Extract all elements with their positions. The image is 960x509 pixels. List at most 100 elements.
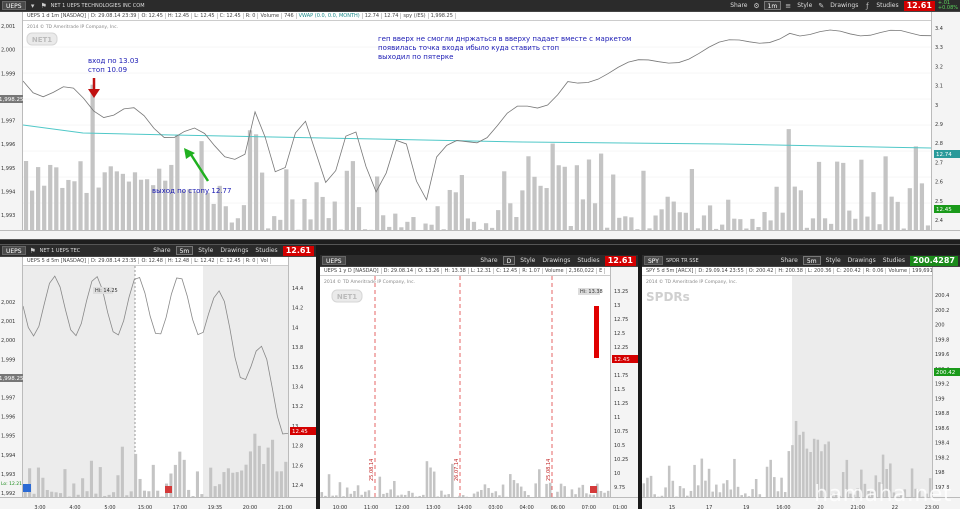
main-volume-bar xyxy=(768,220,773,230)
last-price-tag-label: 12.45 xyxy=(936,207,952,213)
entry-line-2: стоп 10.09 xyxy=(88,66,128,74)
panel1-drawings-button[interactable]: Drawings xyxy=(218,246,250,255)
axis-tick-label: 2.9 xyxy=(935,122,943,128)
panel2-share-button[interactable]: Share xyxy=(478,256,499,265)
infobar-field: SPY 5 d 5m [ARCX] xyxy=(644,268,697,274)
main-volume-bar xyxy=(235,218,241,230)
axis-tick-label: 2.5 xyxy=(935,199,943,205)
main-volume-bar xyxy=(223,206,228,230)
infobar-field: UEPS 5 d 5m [NASDAQ] xyxy=(25,258,90,264)
axis-tick-label: 1,993 xyxy=(1,213,15,219)
panel3-volume-bar xyxy=(664,487,667,497)
panel1-studies-button[interactable]: Studies xyxy=(253,246,279,255)
infobar-field: spy (/ES) xyxy=(401,13,429,19)
panel1-volume-bar xyxy=(45,490,49,497)
panel2-style-button[interactable]: Style xyxy=(518,256,537,265)
panel1-share-button[interactable]: Share xyxy=(151,246,172,255)
main-volume-bar xyxy=(411,217,416,230)
main-volume-bar xyxy=(508,203,513,230)
axis-tick-label: 2,001 xyxy=(1,319,15,325)
chevron-down-icon[interactable]: ▾ xyxy=(29,2,37,10)
drawings-button[interactable]: Drawings xyxy=(828,1,860,10)
last-price-tag-label: 200.42 xyxy=(936,370,955,376)
main-volume-bar xyxy=(895,201,900,230)
panel3-volume-bar xyxy=(794,420,798,497)
main-volume-bar xyxy=(629,217,634,230)
infobar-field: 12.74 xyxy=(363,13,383,19)
summary-annotation: геп вверх не смогли днржаться в вверху п… xyxy=(378,35,631,62)
panel1-plot[interactable]: 2014 © TD Ameritrade IP Company, Inc.NET… xyxy=(23,266,288,497)
summary-line-2: появилась точка входа ибыло куда ставить… xyxy=(378,44,560,52)
studies-button[interactable]: Studies xyxy=(874,1,900,10)
panel3-infobar: SPY 5 d 5m [ARCX] D: 29.09.14 23:55 O: 200… xyxy=(642,267,932,276)
main-volume-bar xyxy=(120,173,125,230)
main-volume-bar xyxy=(732,218,737,230)
panel2-symbol-selector[interactable]: UEPS xyxy=(322,256,346,265)
aggregation-selector[interactable]: 1m xyxy=(763,1,782,10)
panel1-infobar: UEPS 5 d 5m [NASDAQ] D: 29.08.14 23:35 O: … xyxy=(23,257,288,266)
panel2-studies-button[interactable]: Studies xyxy=(575,256,601,265)
link-icon[interactable]: ⚑ xyxy=(40,2,48,10)
panel1-style-button[interactable]: Style xyxy=(196,246,215,255)
infobar-field: Volume xyxy=(258,13,283,19)
panel1-volume-bar xyxy=(63,469,67,497)
last-price: 12.61 xyxy=(903,0,935,11)
panel3-drawings-button[interactable]: Drawings xyxy=(846,256,878,265)
panel3-plot[interactable]: 2014 © TD Ameritrade IP Company, Inc. SPD… xyxy=(642,276,932,497)
main-volume-bar xyxy=(514,217,519,230)
panel2-volume-bar xyxy=(563,486,566,497)
symbol-selector[interactable]: UEPS xyxy=(2,1,26,10)
panel3-symbol-selector[interactable]: SPY xyxy=(644,256,663,265)
panel1-symbol-selector[interactable]: UEPS xyxy=(2,246,26,255)
panel2-volume-bar xyxy=(429,467,432,497)
panel2-aggregation-selector[interactable]: D xyxy=(502,256,516,265)
link-icon[interactable]: ⚑ xyxy=(29,247,37,255)
main-volume-bar xyxy=(96,187,101,230)
main-volume-bar xyxy=(774,186,779,230)
share-button[interactable]: Share xyxy=(728,1,749,10)
main-volume-bar xyxy=(29,190,35,230)
main-volume-bar xyxy=(532,176,537,230)
panel1-symbol-description: NET 1 UEPS TEC xyxy=(39,247,81,254)
panel3-right-axis[interactable]: 200.4200.2200199.8199.6199.4199.2199198.… xyxy=(932,267,960,497)
panel2-right-axis[interactable]: 13.251312.7512.512.251211.7511.511.25111… xyxy=(610,267,638,497)
time-tick-label: 3:00 xyxy=(34,505,45,509)
pencil-icon[interactable]: ✎ xyxy=(817,2,825,10)
main-volume-bar xyxy=(48,164,53,230)
axis-tick-label: 1,996 xyxy=(1,415,15,421)
main-volume-bar xyxy=(471,221,477,230)
panel3-share-button[interactable]: Share xyxy=(779,256,800,265)
panel1-volume-bar xyxy=(28,468,32,497)
style-button[interactable]: Style xyxy=(795,1,814,10)
panel1-right-axis[interactable]: 14.4 14.2 14 13.8 13.6 13.4 13.2 13 12.8 12.6 12.4… xyxy=(288,257,316,497)
panel3-studies-button[interactable]: Studies xyxy=(881,256,907,265)
main-right-axis[interactable]: 3.4 3.3 3.2 3.1 3 2.9 2.8 2.7 2.6 2.5 2.4 12.74 12.4… xyxy=(931,12,960,230)
panel1-volume-bar xyxy=(240,470,244,497)
infobar-field: 746 xyxy=(282,13,297,19)
main-volume-bar xyxy=(913,146,918,230)
panel2-plot[interactable]: 2014 © TD Ameritrade IP Company, Inc. NET… xyxy=(320,276,610,497)
panel1-time-axis[interactable]: 3:00 4:00 5:00 15:00 17:00 19:35 20:00 21:00 xyxy=(0,497,316,509)
main-volume-bar xyxy=(550,143,555,230)
style-icon[interactable]: ≡ xyxy=(784,2,792,10)
panel3-style-button[interactable]: Style xyxy=(824,256,843,265)
panel2-drawings-button[interactable]: Drawings xyxy=(540,256,572,265)
panel2-volume-bar xyxy=(483,484,487,497)
axis-tick-label: 198 xyxy=(935,470,945,476)
panel2-volume-bar xyxy=(559,483,563,497)
panel3-aggregation-selector[interactable]: 5m xyxy=(802,256,821,265)
gear-icon[interactable]: ⚙ xyxy=(753,2,761,10)
hi-label: Hi: 13.38 xyxy=(580,289,603,295)
panel1-toolbar: UEPS ⚑ NET 1 UEPS TEC Share 5m Style Dra… xyxy=(0,245,316,257)
main-volume-bar xyxy=(786,129,791,230)
axis-tick-label: 11.5 xyxy=(614,387,625,393)
main-volume-bar xyxy=(483,223,489,230)
studies-icon[interactable]: ƒ xyxy=(863,2,871,10)
main-volume-bar xyxy=(447,189,452,230)
main-volume-bar xyxy=(677,212,682,230)
main-time-axis[interactable]: 19:3519:4019:4519:5019:5520:0020:0520:10… xyxy=(0,230,960,246)
last-price-tag-label: 12.45 xyxy=(614,357,630,363)
panel2-time-axis[interactable]: 10:00 11:00 12:00 13:00 14:00 03:00 04:00 06:00… xyxy=(320,497,638,509)
panel1-volume-bar xyxy=(257,445,261,497)
panel1-aggregation-selector[interactable]: 5m xyxy=(175,246,194,255)
